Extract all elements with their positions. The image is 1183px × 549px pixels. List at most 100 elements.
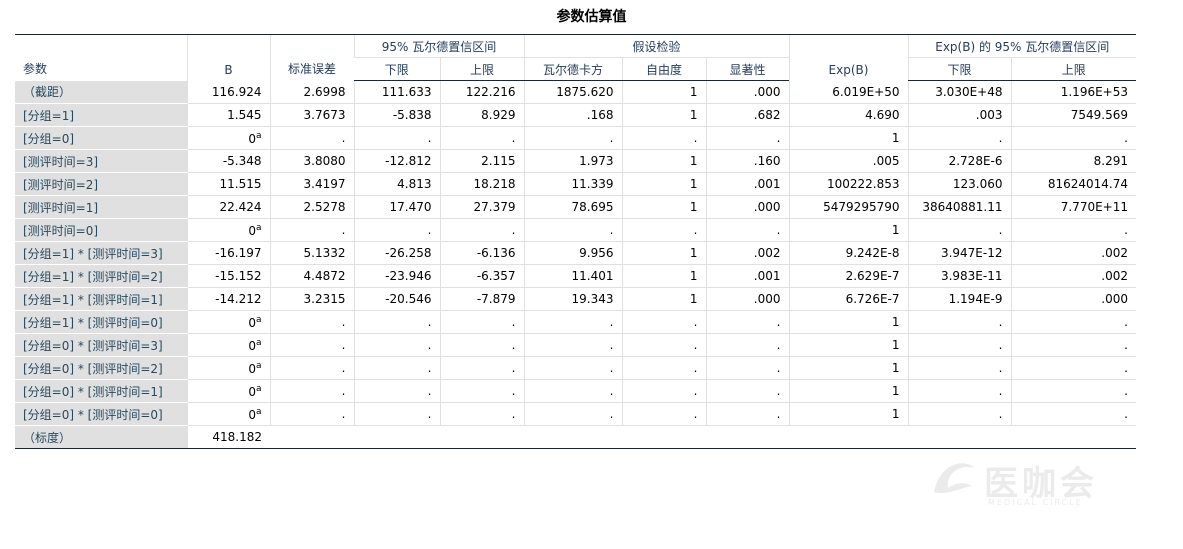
- cell-value: 1: [689, 85, 698, 99]
- cell-df: .: [621, 333, 706, 357]
- row-label: [测评时间=0]: [15, 218, 187, 242]
- header-std-err: 标准误差: [269, 34, 354, 81]
- cell-b: -14.212: [186, 287, 270, 311]
- row-label: [测评时间=1]: [15, 195, 187, 219]
- cell-se: .: [269, 379, 354, 403]
- cell-elo: .: [907, 310, 1011, 334]
- cell-elo: 38640881.11: [907, 195, 1011, 219]
- cell-value: 0: [248, 407, 256, 422]
- cell-value: .: [693, 407, 698, 421]
- cell-value: .160: [753, 154, 781, 168]
- row-label: [分组=1] * [测评时间=1]: [15, 287, 187, 311]
- cell-lo: 4.813: [353, 172, 440, 196]
- cell-value: .: [1124, 338, 1128, 352]
- cell-value: .: [776, 315, 781, 329]
- cell-lo: -20.546: [353, 287, 440, 311]
- cell-value: .000: [753, 85, 781, 99]
- cell-value: 0: [248, 384, 256, 399]
- cell-sig: .002: [705, 241, 789, 265]
- cell-value: .: [427, 384, 432, 398]
- cell-value: 5.1332: [303, 246, 346, 260]
- cell-value: .: [609, 338, 614, 352]
- cell-wald: 78.695: [523, 195, 622, 219]
- cell-value: .: [776, 223, 781, 237]
- header-expb-upper: 上限: [1010, 57, 1136, 81]
- cell-value: .: [609, 361, 614, 375]
- cell-hi: .: [439, 218, 524, 242]
- cell-value: -20.546: [385, 292, 432, 306]
- cell-se: 3.4197: [269, 172, 354, 196]
- cell-wald: .: [523, 333, 622, 357]
- cell-hi: .: [439, 310, 524, 334]
- cell-value: 123.060: [952, 177, 1003, 191]
- cell-wald: .168: [523, 103, 622, 127]
- header-expb: Exp(B): [788, 34, 908, 81]
- cell-b: -16.197: [186, 241, 270, 265]
- cell-expb: 2.629E-7: [788, 264, 908, 288]
- cell-ehi: 7549.569: [1010, 103, 1136, 127]
- cell-elo: [908, 425, 1011, 449]
- cell-b: -5.348: [186, 149, 270, 173]
- cell-value: 38640881.11: [922, 200, 1003, 214]
- cell-value: 0: [248, 223, 256, 238]
- cell-expb: .005: [788, 149, 908, 173]
- cell-lo: .: [353, 333, 440, 357]
- cell-ehi: [1011, 425, 1136, 449]
- cell-value: .: [1124, 407, 1128, 421]
- cell-value: 1: [891, 223, 900, 237]
- cell-value: .: [341, 223, 346, 237]
- cell-df: .: [621, 126, 706, 150]
- cell-value: .682: [753, 108, 781, 122]
- cell-se: 4.4872: [269, 264, 354, 288]
- cell-ehi: .: [1010, 218, 1136, 242]
- cell-value: .: [609, 384, 614, 398]
- table-row: [分组=0] * [测评时间=2] 0a...... 1..: [15, 356, 1136, 380]
- table-row: [分组=1] * [测评时间=1] -14.212 3.2315 -20.546 -7.…: [15, 287, 1136, 311]
- header-wald-chi: 瓦尔德卡方: [523, 57, 622, 81]
- table-row: [分组=0] * [测评时间=0] 0a...... 1..: [15, 402, 1136, 426]
- cell-value: .: [609, 407, 614, 421]
- cell-df: .: [621, 402, 706, 426]
- table-row: [测评时间=3] -5.348 3.8080 -12.812 2.115 1.973 1 .1…: [15, 149, 1136, 173]
- cell-value: 7549.569: [1070, 108, 1128, 122]
- cell-wald: .: [523, 218, 622, 242]
- table-row: [分组=1] * [测评时间=3] -16.197 5.1332 -26.258 -6.…: [15, 241, 1136, 265]
- cell-lo: -12.812: [353, 149, 440, 173]
- header-expb-lower: 下限: [907, 57, 1011, 81]
- cell-elo: .: [907, 218, 1011, 242]
- cell-sig: .001: [705, 172, 789, 196]
- cell-sig: .000: [705, 80, 789, 104]
- cell-b: 22.424: [186, 195, 270, 219]
- cell-ehi: 8.291: [1010, 149, 1136, 173]
- cell-value: 418.182: [212, 430, 262, 444]
- cell-hi: 122.216: [439, 80, 524, 104]
- row-label: （标度）: [15, 425, 187, 449]
- cell-elo: .: [907, 126, 1011, 150]
- cell-value: 1: [689, 269, 698, 283]
- cell-value: 122.216: [465, 85, 516, 99]
- cell-se: .: [269, 310, 354, 334]
- cell-value: .: [341, 407, 346, 421]
- cell-value: 3.2315: [303, 292, 346, 306]
- footnote-marker: a: [255, 222, 262, 233]
- cell-hi: 8.929: [439, 103, 524, 127]
- cell-lo: -5.838: [353, 103, 440, 127]
- cell-value: 3.030E+48: [935, 85, 1003, 99]
- cell-se: 3.7673: [269, 103, 354, 127]
- cell-elo: .: [907, 356, 1011, 380]
- cell-elo: .: [907, 379, 1011, 403]
- cell-df: .: [621, 356, 706, 380]
- cell-value: .: [998, 315, 1003, 329]
- cell-value: -14.212: [215, 292, 262, 306]
- header-row-1: 参数 B 标准误差 95% 瓦尔德置信区间 假设检验 Exp(B) Exp(B)…: [15, 34, 1136, 81]
- cell-wald: .: [523, 126, 622, 150]
- cell-value: .: [511, 338, 516, 352]
- cell-value: 0: [248, 338, 256, 353]
- cell-value: .001: [753, 269, 781, 283]
- cell-wald: .: [523, 379, 622, 403]
- cell-expb: 1: [788, 310, 908, 334]
- cell-value: .000: [1101, 292, 1128, 306]
- cell-df: 1: [621, 149, 706, 173]
- cell-value: 1: [689, 246, 698, 260]
- cell-df: 1: [621, 172, 706, 196]
